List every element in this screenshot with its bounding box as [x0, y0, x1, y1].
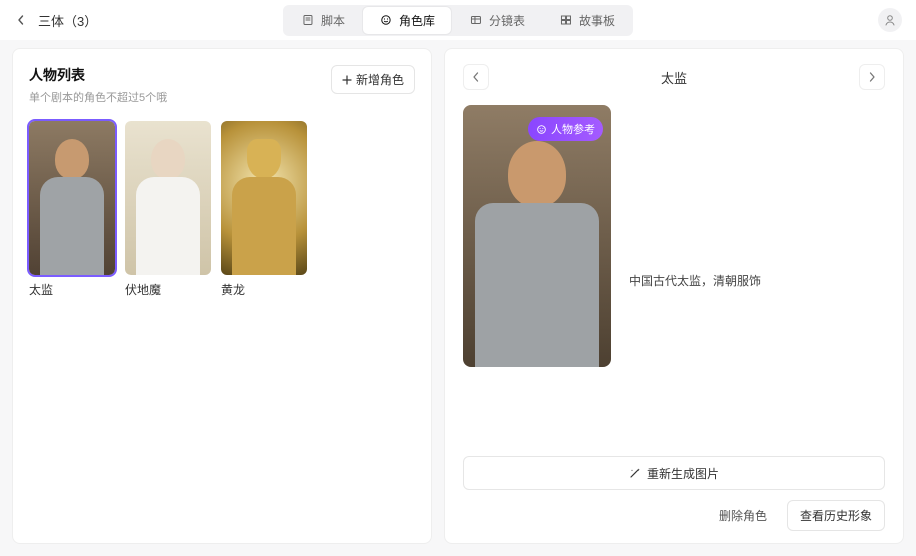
- character-card[interactable]: 太监: [29, 121, 115, 298]
- character-card[interactable]: 黄龙: [221, 121, 307, 298]
- tab-label: 脚本: [321, 12, 345, 29]
- character-list-panel: 人物列表 单个剧本的角色不超过5个哦 新增角色 太监 伏: [12, 48, 432, 544]
- character-image: 人物参考: [463, 105, 611, 367]
- add-character-label: 新增角色: [356, 71, 404, 88]
- project-title: 三体（3）: [38, 11, 97, 30]
- character-cards: 太监 伏地魔 黄龙: [29, 121, 415, 298]
- tab-label: 故事板: [579, 12, 615, 29]
- storyboard-icon: [559, 13, 573, 27]
- detail-footer-actions: 删除角色 查看历史形象: [463, 500, 885, 531]
- history-label: 查看历史形象: [800, 509, 872, 523]
- workspace: 人物列表 单个剧本的角色不超过5个哦 新增角色 太监 伏: [0, 40, 916, 556]
- next-character-button[interactable]: [859, 64, 885, 90]
- character-name: 黄龙: [221, 281, 307, 298]
- detail-title: 太监: [489, 68, 859, 87]
- character-description: 中国古代太监，清朝服饰: [629, 272, 761, 289]
- character-card[interactable]: 伏地魔: [125, 121, 211, 298]
- character-thumb: [29, 121, 115, 275]
- character-list-title: 人物列表: [29, 65, 167, 85]
- delete-label: 删除角色: [719, 509, 767, 523]
- detail-header: 太监: [463, 63, 885, 91]
- back-button[interactable]: [12, 11, 30, 29]
- shotlist-icon: [469, 13, 483, 27]
- reference-badge[interactable]: 人物参考: [528, 117, 603, 141]
- regenerate-image-button[interactable]: 重新生成图片: [463, 456, 885, 490]
- plus-icon: [342, 75, 352, 85]
- top-bar: 三体（3） 脚本 角色库 分镜表 故事板: [0, 0, 916, 40]
- prev-character-button[interactable]: [463, 64, 489, 90]
- character-thumb: [125, 121, 211, 275]
- reference-badge-label: 人物参考: [551, 121, 595, 137]
- wand-icon: [629, 467, 641, 479]
- tab-storyboard[interactable]: 故事板: [543, 7, 631, 34]
- detail-body: 人物参考 中国古代太监，清朝服饰: [463, 105, 885, 456]
- character-detail-panel: 太监 人物参考 中国古代太监，清朝服饰 重新生成图片: [444, 48, 904, 544]
- tab-script[interactable]: 脚本: [285, 7, 361, 34]
- character-thumb: [221, 121, 307, 275]
- user-avatar[interactable]: [878, 8, 902, 32]
- script-icon: [301, 13, 315, 27]
- tab-characters[interactable]: 角色库: [363, 7, 451, 34]
- tab-shotlist[interactable]: 分镜表: [453, 7, 541, 34]
- delete-character-button[interactable]: 删除角色: [709, 500, 777, 531]
- view-history-button[interactable]: 查看历史形象: [787, 500, 885, 531]
- regenerate-label: 重新生成图片: [647, 465, 719, 482]
- character-list-subtitle: 单个剧本的角色不超过5个哦: [29, 89, 167, 105]
- character-name: 太监: [29, 281, 115, 298]
- face-icon: [536, 124, 547, 135]
- top-tabs: 脚本 角色库 分镜表 故事板: [283, 5, 633, 36]
- face-icon: [379, 13, 393, 27]
- tab-label: 角色库: [399, 12, 435, 29]
- add-character-button[interactable]: 新增角色: [331, 65, 415, 94]
- tab-label: 分镜表: [489, 12, 525, 29]
- character-name: 伏地魔: [125, 281, 211, 298]
